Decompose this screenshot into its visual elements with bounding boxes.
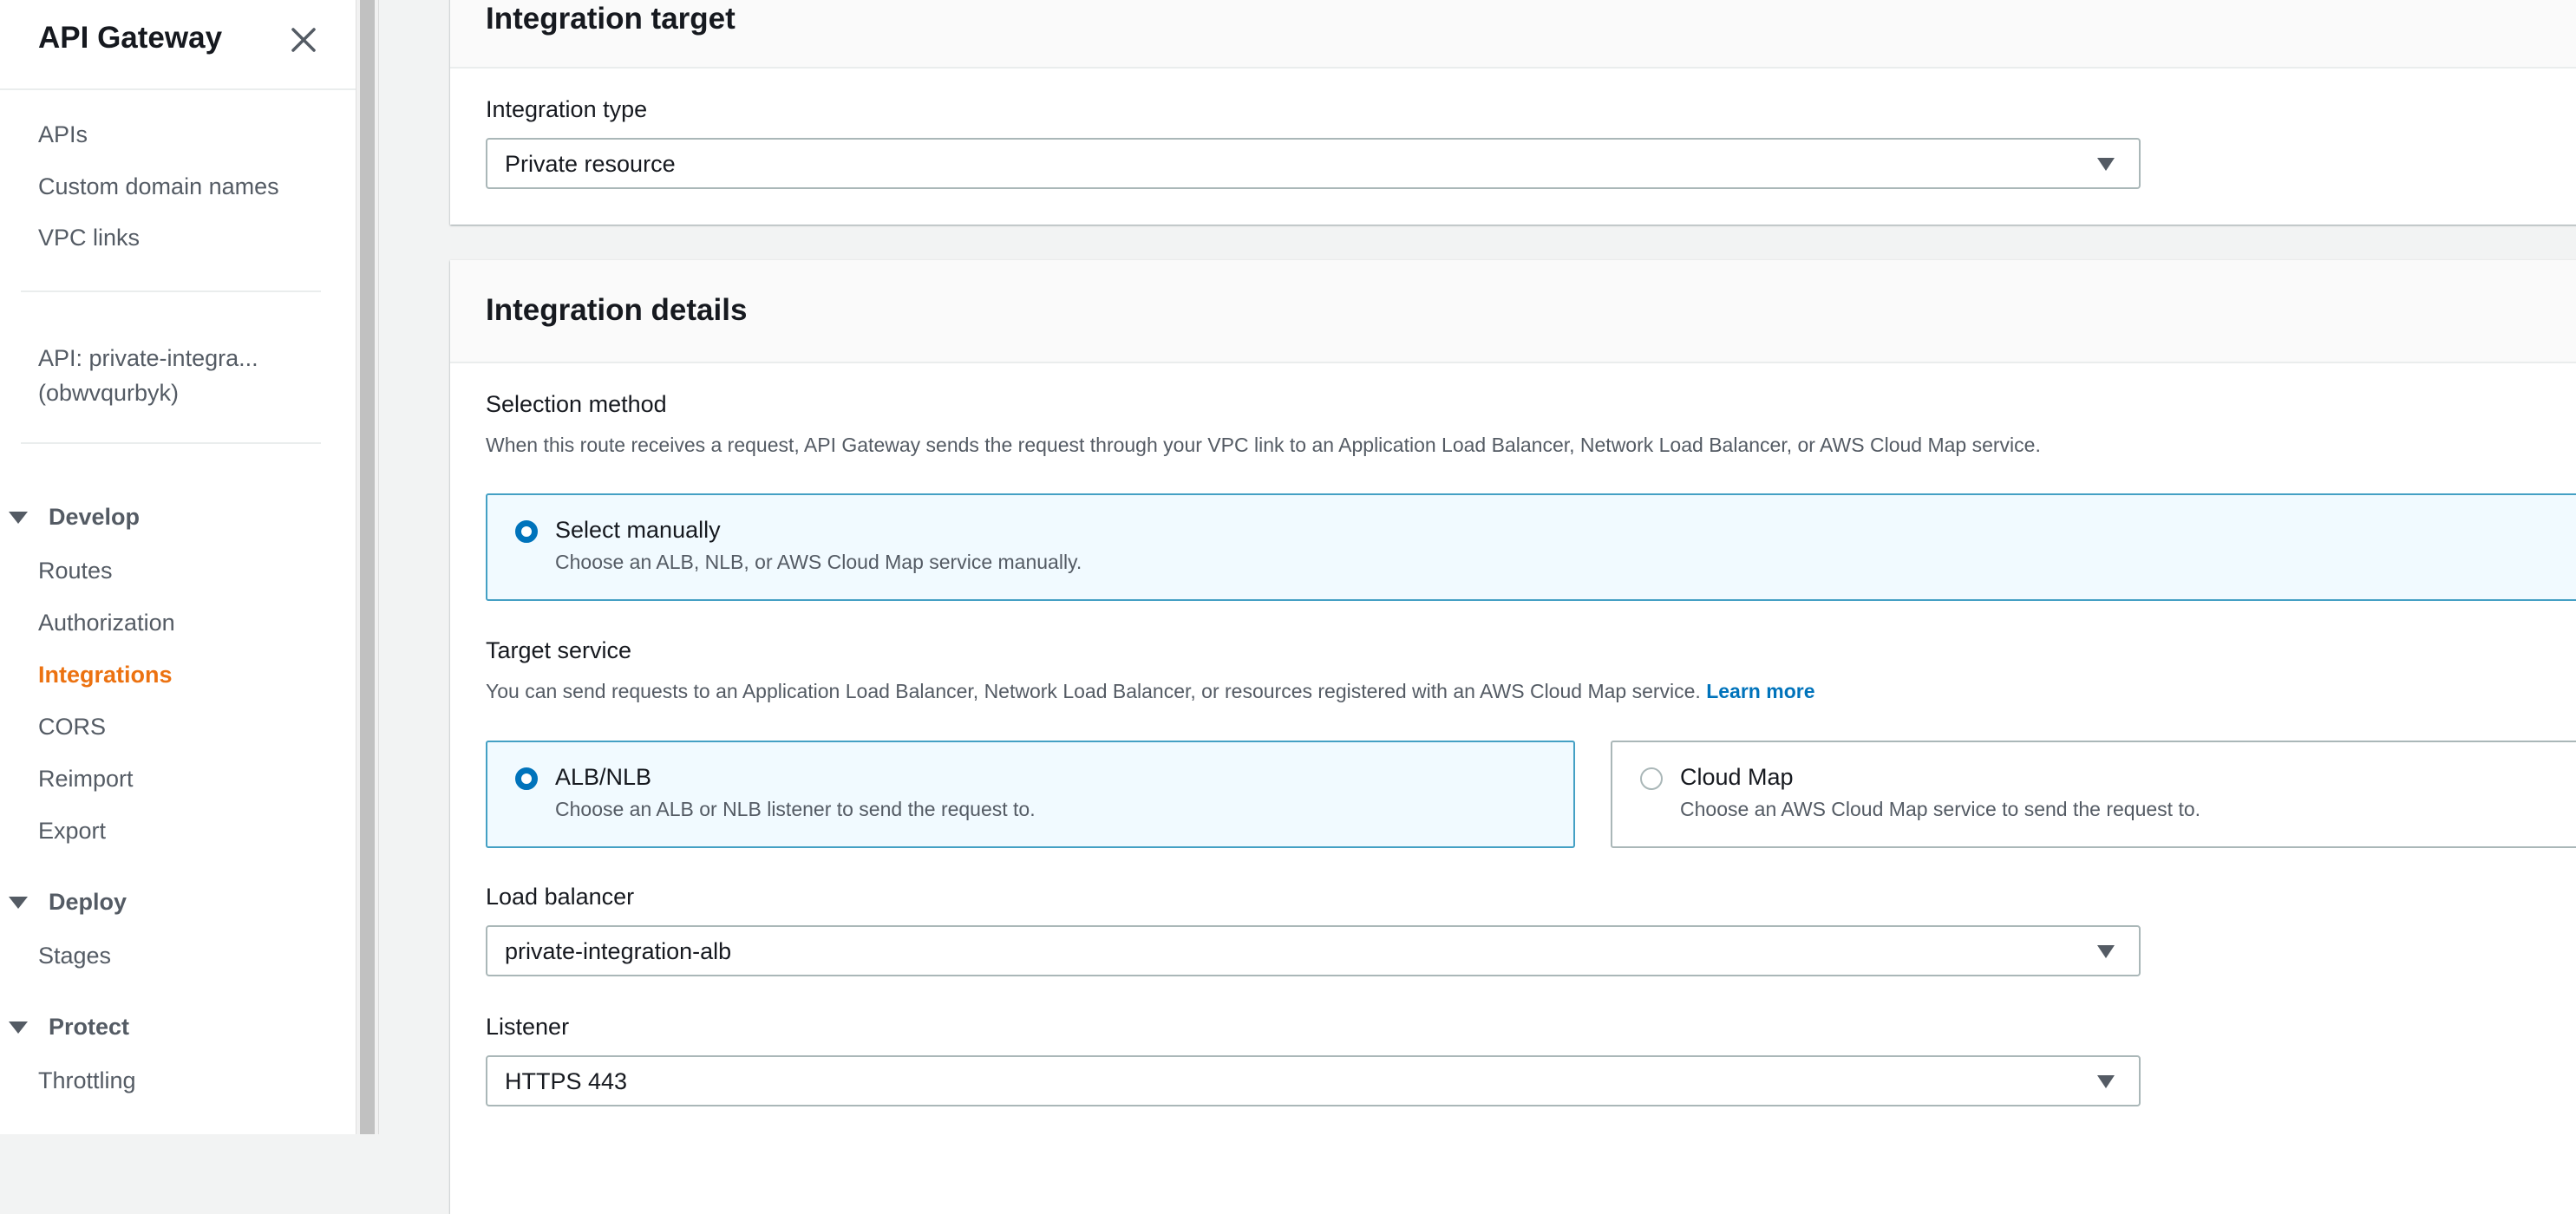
radio-unselected-icon[interactable] [1640,767,1663,790]
selection-method-description: When this route receives a request, API … [486,434,2041,456]
integration-type-select[interactable]: Private resource [486,138,2141,189]
load-balancer-label: Load balancer [486,884,635,910]
integration-details-panel: Integration details Selection method Whe… [450,260,2576,1214]
caret-down-icon [2097,945,2115,958]
sidebar-item-export[interactable]: Export [38,818,106,845]
sidebar: API Gateway APIs Custom domain names VPC… [0,0,356,1134]
learn-more-link[interactable]: Learn more [1706,680,1814,702]
cloud-map-option[interactable]: Cloud Map Choose an AWS Cloud Map servic… [1611,741,2576,848]
sidebar-section-label: Protect [49,1014,130,1040]
listener-label: Listener [486,1014,570,1040]
selection-method-label: Selection method [486,391,667,417]
sidebar-api-name[interactable]: API: private-integra... [38,345,258,372]
option-description: Choose an AWS Cloud Map service to send … [1680,798,2201,820]
caret-down-icon [9,1021,28,1034]
target-service-description: You can send requests to an Application … [486,680,1701,702]
integration-type-label: Integration type [486,96,648,122]
sidebar-section-develop[interactable]: Develop [9,504,140,531]
sidebar-divider [0,88,356,90]
selected-value: private-integration-alb [505,938,732,964]
caret-down-icon [2097,1075,2115,1088]
caret-down-icon [9,511,28,524]
load-balancer-select[interactable]: private-integration-alb [486,925,2141,976]
panel-title: Integration target [486,2,736,36]
radio-selected-icon[interactable] [515,520,538,543]
option-title: Cloud Map [1680,764,1794,790]
caret-down-icon [2097,158,2115,171]
close-icon [291,28,316,52]
radio-selected-icon[interactable] [515,767,538,790]
sidebar-section-deploy[interactable]: Deploy [9,889,127,916]
sidebar-divider [21,442,321,444]
target-service-description-row: You can send requests to an Application … [486,680,1814,703]
option-description: Choose an ALB, NLB, or AWS Cloud Map ser… [555,551,1082,573]
sidebar-item-routes[interactable]: Routes [38,558,113,584]
panel-header: Integration details [450,260,2576,363]
close-sidebar-button[interactable] [286,23,321,57]
sidebar-item-throttling[interactable]: Throttling [38,1067,136,1094]
sidebar-item-apis[interactable]: APIs [38,121,88,148]
panel-title: Integration details [486,293,748,327]
selected-value: Private resource [505,151,676,177]
integration-target-panel: Integration target Integration type Priv… [450,0,2576,225]
sidebar-section-protect[interactable]: Protect [9,1014,129,1041]
option-title: Select manually [555,517,721,543]
sidebar-title: API Gateway [38,21,223,55]
sidebar-item-vpc-links[interactable]: VPC links [38,225,140,251]
sidebar-item-reimport[interactable]: Reimport [38,766,134,793]
sidebar-section-label: Deploy [49,889,127,915]
sidebar-item-integrations[interactable]: Integrations [38,662,173,689]
sidebar-divider [21,290,321,292]
panel-header: Integration target [450,0,2576,69]
sidebar-item-cors[interactable]: CORS [38,714,106,741]
listener-select[interactable]: HTTPS 443 [486,1055,2141,1106]
sidebar-scrollbar-thumb[interactable] [360,0,375,1134]
select-manually-option[interactable]: Select manually Choose an ALB, NLB, or A… [486,493,2576,601]
option-description: Choose an ALB or NLB listener to send th… [555,798,1036,820]
sidebar-api-id[interactable]: (obwvqurbyk) [38,380,179,407]
caret-down-icon [9,896,28,909]
selected-value: HTTPS 443 [505,1068,628,1094]
target-service-label: Target service [486,637,632,663]
alb-nlb-option[interactable]: ALB/NLB Choose an ALB or NLB listener to… [486,741,1575,848]
option-title: ALB/NLB [555,764,652,790]
sidebar-item-custom-domain-names[interactable]: Custom domain names [38,173,279,200]
sidebar-item-stages[interactable]: Stages [38,943,111,969]
sidebar-section-label: Develop [49,504,141,530]
sidebar-item-authorization[interactable]: Authorization [38,610,175,636]
